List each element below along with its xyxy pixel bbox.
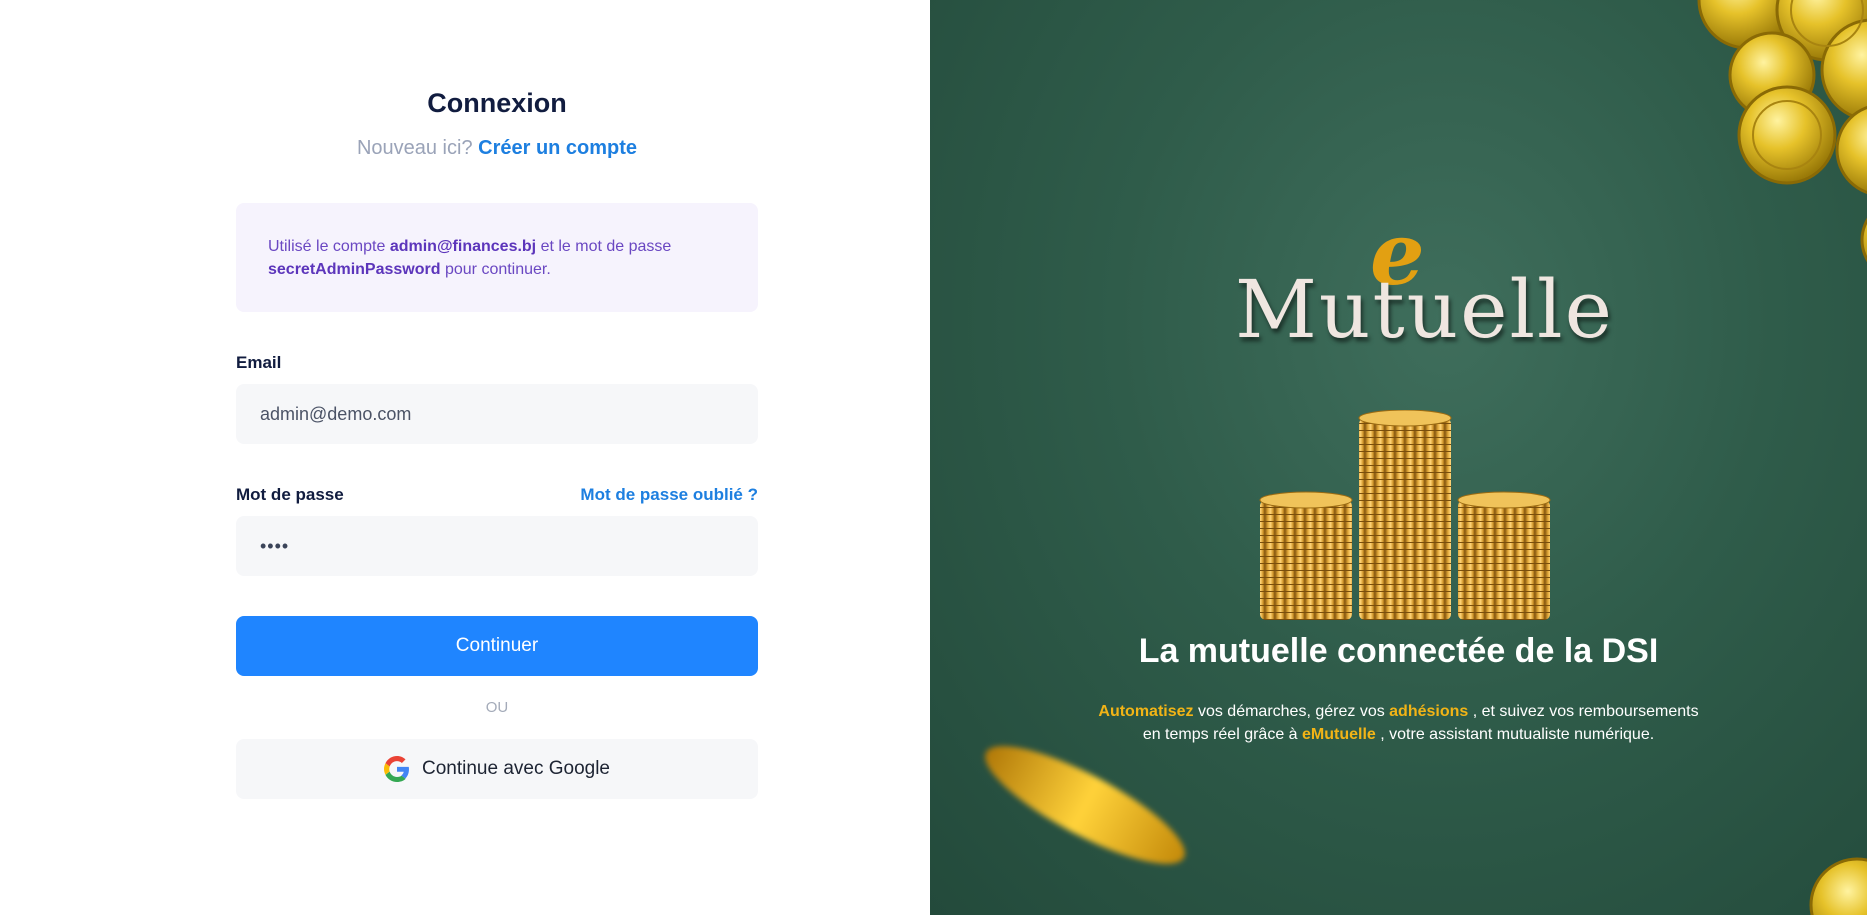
hero-headline: La mutuelle connectée de la DSI	[1138, 632, 1659, 670]
desc-text-2: , et suivez vos remboursements	[1468, 703, 1699, 720]
create-account-link[interactable]: Créer un compte	[478, 137, 637, 159]
continue-button[interactable]: Continuer	[236, 616, 758, 676]
google-signin-button[interactable]: Continue avec Google	[236, 739, 758, 799]
desc-text-1: vos démarches, gérez vos	[1193, 703, 1390, 720]
notice-suffix: pour continuer.	[444, 261, 551, 278]
or-separator: OU	[485, 699, 509, 716]
desc-highlight-adhesions: adhésions	[1389, 703, 1469, 720]
desc-highlight-emutuelle: eMutuelle	[1302, 726, 1376, 743]
page-title: Connexion	[427, 88, 567, 118]
forgot-password-link[interactable]: Mot de passe oublié ?	[580, 485, 758, 505]
hero-panel: e Mutuelle La mutuelle connectée de la D…	[930, 0, 1867, 915]
email-field[interactable]	[236, 384, 758, 444]
notice-middle: et le mot de passe	[540, 238, 672, 255]
desc-text-4: , votre assistant mutualiste numérique.	[1375, 726, 1655, 743]
coin-bottom-right-illustration	[1809, 857, 1867, 915]
coin-stacks-illustration	[1259, 410, 1551, 620]
google-icon	[383, 756, 409, 782]
logo-wordmark: Mutuelle	[1235, 263, 1614, 356]
login-panel: Connexion Nouveau ici? Créer un compte U…	[0, 0, 930, 915]
signup-prompt-text: Nouveau ici?	[356, 137, 473, 159]
email-label: Email	[236, 353, 282, 372]
password-label: Mot de passe	[236, 485, 344, 504]
password-field[interactable]: ••••	[236, 516, 758, 576]
emutuelle-logo: e Mutuelle	[1235, 212, 1614, 372]
desc-text-3: en temps réel grâce à	[1142, 726, 1303, 743]
signup-prompt: Nouveau ici? Créer un compte	[236, 137, 758, 160]
demo-credentials-notice: Utilisé le compte admin@finances.bj et l…	[236, 203, 758, 312]
hero-description: Automatisez vos démarches, gérez vos adh…	[930, 700, 1867, 746]
password-masked-value: ••••	[260, 535, 290, 556]
gold-coins-corner-illustration	[1697, 0, 1867, 263]
desc-highlight-automatisez: Automatisez	[1098, 703, 1194, 720]
google-button-label: Continue avec Google	[421, 758, 610, 779]
notice-prefix: Utilisé le compte	[268, 238, 386, 255]
notice-email: admin@finances.bj	[389, 238, 537, 255]
notice-password: secretAdminPassword	[268, 261, 441, 278]
